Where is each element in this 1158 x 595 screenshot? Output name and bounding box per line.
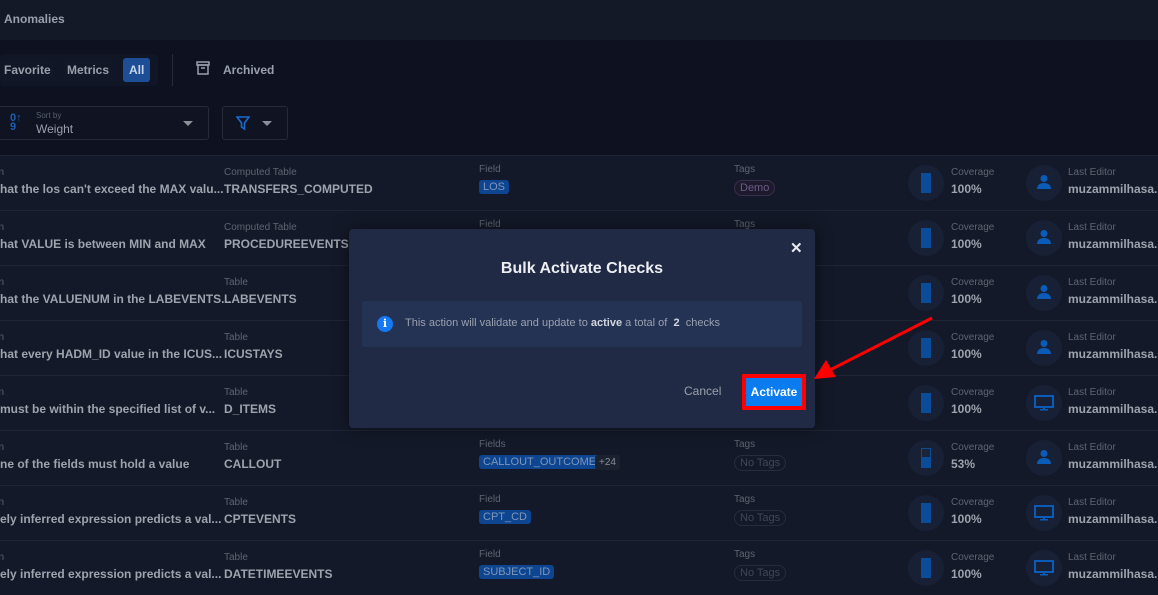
annotation-arrow <box>814 316 933 379</box>
